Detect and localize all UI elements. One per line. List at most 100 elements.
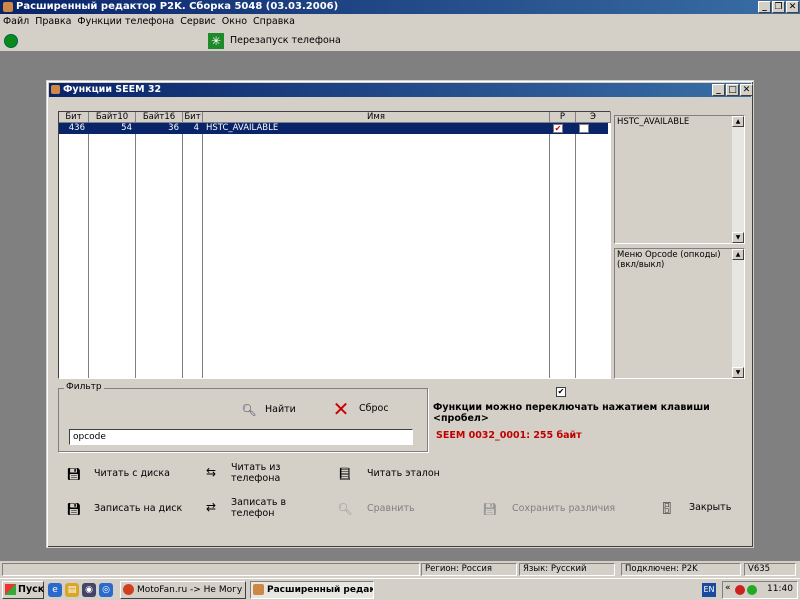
dialog-icon [51,85,60,94]
restart-icon: ✳ [208,33,224,49]
status-region: Регион: Россия [421,563,517,576]
restart-phone-button[interactable]: ✳ Перезапуск телефона [208,32,341,50]
table-row[interactable]: 436 54 36 4 HSTC_AVAILABLE ✔ [59,123,608,134]
find-button[interactable]: 🔍︎ Найти [241,402,296,418]
restart-label: Перезапуск телефона [230,35,341,46]
function-description-text: Меню Opcode (опкоды) (вкл/выкл) [617,250,721,270]
dialog-title-bar: Функции SEEM 32 _ □ ✕ [49,83,753,97]
scroll-down-icon[interactable]: ▼ [732,232,744,243]
dialog-minimize-button[interactable]: _ [712,84,725,96]
save-differences-button[interactable]: 💾︎ Сохранить различия [482,501,615,517]
toolbar: ✳ Перезапуск телефона [0,30,800,52]
info-bottom-scrollbar[interactable]: ▲ ▼ [732,249,744,378]
read-from-disk-button[interactable]: 💾︎ Читать с диска [66,466,170,482]
menu-help[interactable]: Справка [250,14,298,30]
scroll-down-icon[interactable]: ▼ [732,367,744,378]
media-icon[interactable]: ◉ [82,583,96,597]
col-header-p[interactable]: Р [550,112,576,123]
menu-service[interactable]: Сервис [177,14,219,30]
status-bar: Регион: Россия Язык: Русский Подключен: … [0,561,800,578]
cell-e-checkbox[interactable] [579,124,589,133]
close-button[interactable]: ✕ [786,1,799,13]
functions-table[interactable]: Бит Байт10 Байт16 Бит Имя Р Э 436 54 36 … [58,111,611,379]
compare-magnifier-icon: 🔍︎ [337,502,353,516]
floppy-write-icon: 💾︎ [66,502,82,516]
read-reference-label: Читать эталон [367,468,440,479]
hint-text: Функции можно переключать нажатием клави… [433,402,710,424]
read-from-disk-label: Читать с диска [94,468,170,479]
app-icon [3,2,13,12]
col-header-bit[interactable]: Бит [59,112,89,123]
cell-name: HSTC_AVAILABLE [206,123,279,133]
floppy-icon: 💾︎ [66,467,82,481]
language-indicator[interactable]: EN [702,583,716,597]
tray-network-icon[interactable] [747,585,757,595]
toggle-space-checkbox[interactable]: ✔ [556,387,566,397]
exit-door-icon: 🚪︎ [659,501,675,515]
function-name-panel: HSTC_AVAILABLE ▲ ▼ [614,115,745,244]
tray-expand-icon[interactable]: « [725,583,731,593]
system-tray: « 11:40 [722,581,798,599]
status-language: Язык: Русский [519,563,615,576]
seem-info-text: SEEM 0032_0001: 255 байт [436,430,582,441]
task-motofan-label: MotoFan.ru -> Не Могу ... [137,585,246,595]
restore-button[interactable]: ❐ [772,1,785,13]
write-to-phone-label: Записать в телефон [231,497,287,519]
col-header-name[interactable]: Имя [203,112,550,123]
save-diff-icon: 💾︎ [482,502,498,516]
info-top-scrollbar[interactable]: ▲ ▼ [732,116,744,243]
col-header-byte10[interactable]: Байт10 [89,112,136,123]
cell-byte16: 36 [168,123,179,133]
read-from-phone-button[interactable]: ⇆ Читать из телефона [203,462,313,484]
menu-file[interactable]: Файл [0,14,32,30]
find-label: Найти [265,404,296,415]
editor-task-icon [253,584,264,595]
compare-label: Сравнить [367,503,415,514]
write-to-phone-button[interactable]: ⇄ Записать в телефон [203,497,303,519]
reset-label: Сброс [359,403,389,414]
col-header-e[interactable]: Э [576,112,611,123]
task-p2k-editor[interactable]: Расширенный редак... [250,581,374,599]
reset-button[interactable]: ✕ Сброс [331,399,389,419]
close-dialog-label: Закрыть [689,502,732,513]
cell-byte10: 54 [121,123,132,133]
cell-p-checkbox[interactable]: ✔ [553,124,563,133]
menu-window[interactable]: Окно [219,14,250,30]
save-differences-label: Сохранить различия [512,503,616,514]
reset-x-icon: ✕ [332,397,350,421]
write-to-disk-button[interactable]: 💾︎ Записать на диск [66,501,182,517]
tray-app-icon[interactable] [735,585,745,595]
start-label: Пуск [18,584,45,595]
close-dialog-button[interactable]: 🚪︎ Закрыть [659,500,731,516]
start-button[interactable]: Пуск [2,581,44,599]
status-model: V635 [744,563,796,576]
dialog-maximize-button[interactable]: □ [726,84,739,96]
scroll-up-icon[interactable]: ▲ [732,116,744,127]
magnifier-icon: 🔍︎ [241,403,257,417]
seem-functions-dialog: Функции SEEM 32 _ □ ✕ Бит Байт10 Байт16 … [46,80,754,548]
menu-phone-functions[interactable]: Функции телефона [74,14,177,30]
dialog-title: Функции SEEM 32 [63,84,162,95]
ie-icon[interactable]: e [48,583,62,597]
phone-write-icon: ⇄ [205,500,217,514]
read-from-phone-label: Читать из телефона [231,462,281,484]
menu-edit[interactable]: Правка [32,14,74,30]
browser-icon[interactable]: ◎ [99,583,113,597]
scroll-up-icon[interactable]: ▲ [732,249,744,260]
filter-legend: Фильтр [64,382,104,392]
col-header-bit2[interactable]: Бит [183,112,203,123]
phone-read-icon: ⇆ [205,465,217,479]
col-header-byte16[interactable]: Байт16 [136,112,183,123]
minimize-button[interactable]: _ [758,1,771,13]
cell-bit: 436 [68,123,85,133]
dialog-close-button[interactable]: ✕ [740,84,753,96]
status-pane-main [2,563,420,576]
book-icon: 📘︎ [337,467,353,481]
compare-button[interactable]: 🔍︎ Сравнить [337,501,415,517]
filter-input[interactable]: opcode [69,429,413,445]
folder-icon[interactable]: ▤ [65,583,79,597]
read-reference-button[interactable]: 📘︎ Читать эталон [337,466,440,482]
task-motofan[interactable]: MotoFan.ru -> Не Могу ... [120,581,246,599]
function-description-panel: Меню Opcode (опкоды) (вкл/выкл) ▲ ▼ [614,248,745,379]
clock: 11:40 [767,584,793,594]
